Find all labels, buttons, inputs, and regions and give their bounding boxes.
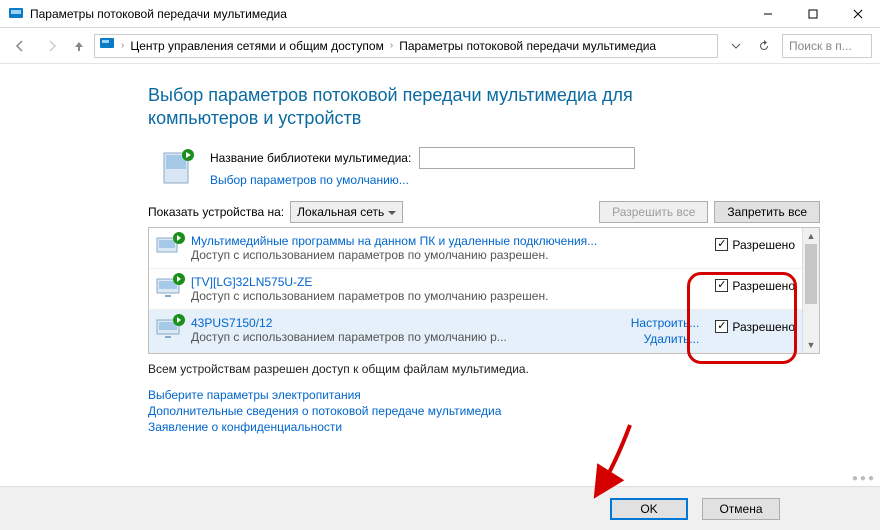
minimize-button[interactable]: [745, 0, 790, 27]
configure-link[interactable]: Настроить...: [631, 316, 700, 330]
titlebar: Параметры потоковой передачи мультимедиа: [0, 0, 880, 28]
scroll-down-arrow[interactable]: ▼: [803, 337, 819, 353]
library-icon: [158, 147, 198, 187]
allow-all-button[interactable]: Разрешить все: [599, 201, 708, 223]
breadcrumb-item[interactable]: Параметры потоковой передачи мультимедиа: [399, 39, 656, 53]
device-row[interactable]: [TV][LG]32LN575U-ZE Доступ с использован…: [149, 269, 819, 310]
device-sub: Доступ с использованием параметров по ум…: [191, 289, 707, 303]
scroll-thumb[interactable]: [805, 244, 817, 304]
tv-icon: [155, 316, 183, 344]
breadcrumb-icon: [99, 36, 115, 55]
navbar: › Центр управления сетями и общим доступ…: [0, 28, 880, 64]
tv-icon: [155, 275, 183, 303]
refresh-icon[interactable]: [754, 36, 774, 56]
device-row[interactable]: Мультимедийные программы на данном ПК и …: [149, 228, 819, 269]
allowed-checkbox[interactable]: [715, 279, 728, 292]
library-name-input[interactable]: [419, 147, 635, 169]
device-name: Мультимедийные программы на данном ПК и …: [191, 234, 707, 248]
ok-button[interactable]: OK: [610, 498, 688, 520]
allowed-label: Разрешено: [732, 279, 795, 293]
allowed-label: Разрешено: [732, 320, 795, 334]
breadcrumb[interactable]: › Центр управления сетями и общим доступ…: [94, 34, 718, 58]
device-row[interactable]: 43PUS7150/12 Доступ с использованием пар…: [149, 310, 819, 353]
scroll-up-arrow[interactable]: ▲: [803, 228, 819, 244]
device-sub: Доступ с использованием параметров по ум…: [191, 248, 707, 262]
network-combo[interactable]: Локальная сеть: [290, 201, 403, 223]
summary-text: Всем устройствам разрешен доступ к общим…: [148, 362, 820, 376]
default-params-link[interactable]: Выбор параметров по умолчанию...: [210, 173, 409, 187]
maximize-button[interactable]: [790, 0, 835, 27]
resize-grip-icon: ●●●: [852, 473, 876, 484]
show-devices-label: Показать устройства на:: [148, 205, 284, 219]
app-icon: [8, 6, 24, 22]
nav-forward-button[interactable]: [40, 34, 64, 58]
device-name: [TV][LG]32LN575U-ZE: [191, 275, 707, 289]
nav-up-button[interactable]: [72, 34, 86, 58]
library-name-label: Название библиотеки мультимедиа:: [210, 151, 411, 165]
pc-icon: [155, 234, 183, 262]
chevron-right-icon: ›: [119, 40, 126, 51]
nav-back-button[interactable]: [8, 34, 32, 58]
chevron-right-icon: ›: [388, 40, 395, 51]
device-sub: Доступ с использованием параметров по ум…: [191, 330, 623, 344]
breadcrumb-item[interactable]: Центр управления сетями и общим доступом: [130, 39, 384, 53]
privacy-link[interactable]: Заявление о конфиденциальности: [148, 420, 820, 434]
chevron-down-icon[interactable]: [726, 36, 746, 56]
allowed-label: Разрешено: [732, 238, 795, 252]
power-settings-link[interactable]: Выберите параметры электропитания: [148, 388, 820, 402]
device-name: 43PUS7150/12: [191, 316, 623, 330]
more-info-link[interactable]: Дополнительные сведения о потоковой пере…: [148, 404, 820, 418]
device-list: Мультимедийные программы на данном ПК и …: [148, 227, 820, 354]
search-input[interactable]: Поиск в п...: [782, 34, 872, 58]
page-title: Выбор параметров потоковой передачи муль…: [148, 84, 738, 131]
block-all-button[interactable]: Запретить все: [714, 201, 820, 223]
close-button[interactable]: [835, 0, 880, 27]
remove-link[interactable]: Удалить...: [644, 332, 700, 346]
window-title: Параметры потоковой передачи мультимедиа: [30, 7, 745, 21]
bottom-bar: OK Отмена: [0, 486, 880, 530]
allowed-checkbox[interactable]: [715, 320, 728, 333]
allowed-checkbox[interactable]: [715, 238, 728, 251]
scrollbar[interactable]: ▲ ▼: [802, 228, 819, 353]
cancel-button[interactable]: Отмена: [702, 498, 780, 520]
